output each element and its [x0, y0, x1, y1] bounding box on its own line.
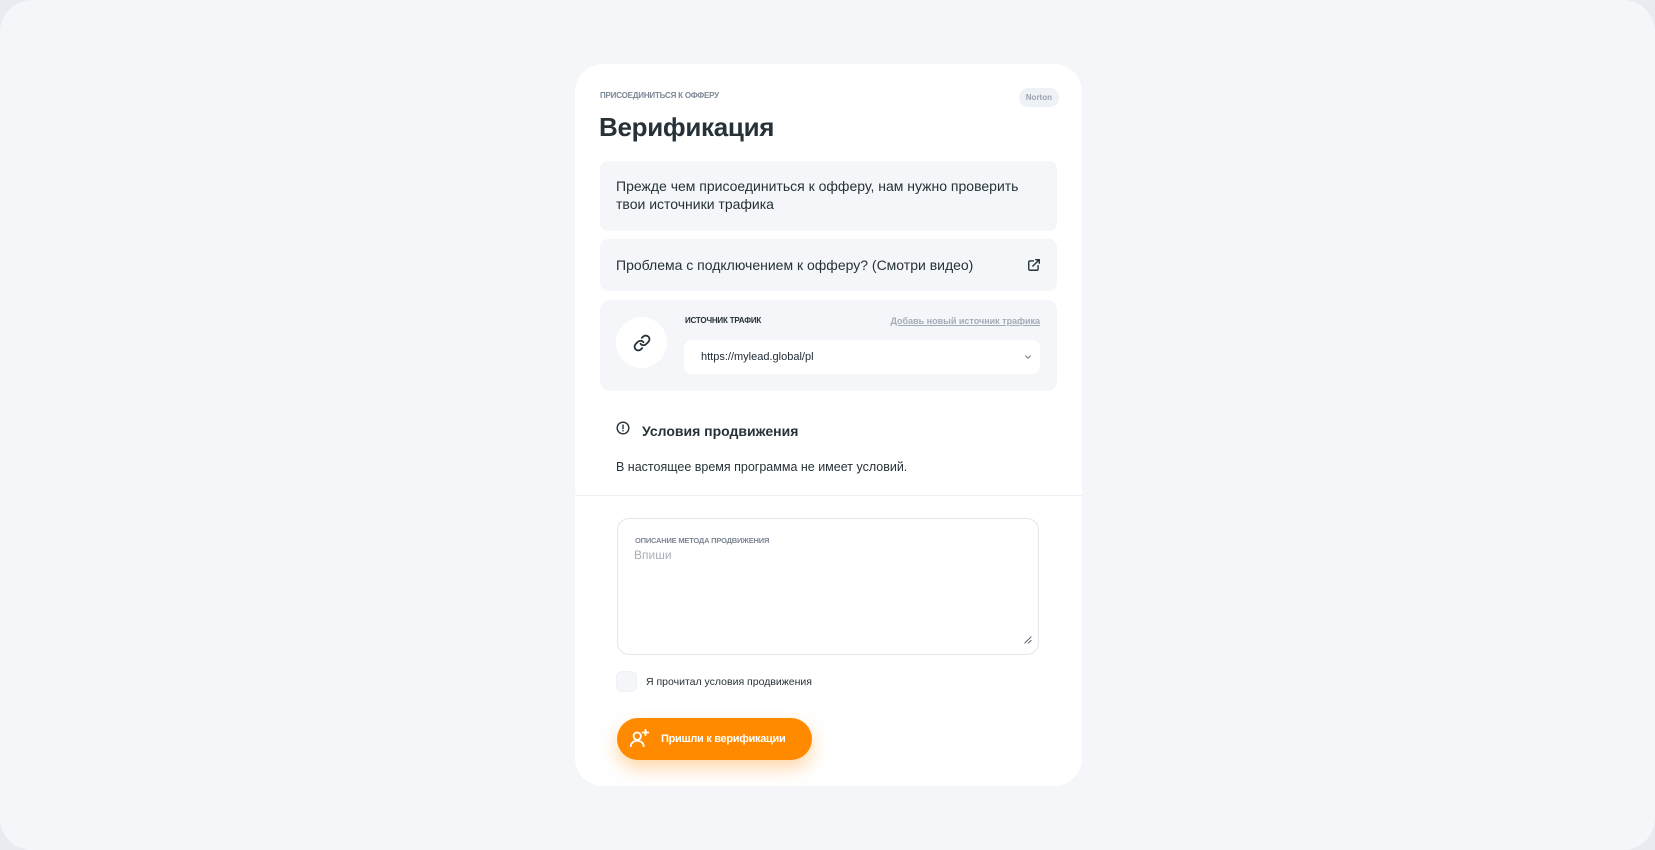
alert-circle-icon [616, 421, 630, 440]
page-title: Верификация [599, 112, 775, 142]
agreement-checkbox[interactable] [616, 671, 637, 692]
add-traffic-source-link[interactable]: Добавь новый источник трафика [891, 316, 1040, 326]
traffic-source-select[interactable]: https://mylead.global/pl [684, 340, 1040, 374]
agreement-label: Я прочитал условия продвижения [646, 675, 812, 688]
info-text: Прежде чем присоединиться к офферу, нам … [616, 178, 1019, 212]
brand-badge: Norton [1018, 88, 1059, 107]
verification-modal: ПРИСОЕДИНИТЬСЯ К ОФФЕРУ Norton Верификац… [575, 64, 1082, 786]
submit-label: Пришли к верификации [661, 733, 786, 745]
traffic-source-label: ИСТОЧНИК ТРАФИК [685, 316, 762, 325]
promotion-description-label: ОПИСАНИЕ МЕТОДА ПРОДВИЖЕНИЯ [635, 536, 770, 545]
traffic-source-panel: ИСТОЧНИК ТРАФИК Добавь новый источник тр… [600, 300, 1057, 391]
info-box: Прежде чем присоединиться к офферу, нам … [600, 161, 1057, 231]
conditions-heading: Условия продвижения [616, 421, 798, 440]
traffic-source-selected-value: https://mylead.global/pl [701, 351, 814, 363]
chevron-down-icon [1024, 348, 1032, 366]
section-divider [575, 495, 1082, 496]
problem-text: Проблема с подключением к офферу? (Смотр… [616, 257, 974, 273]
connection-problem-link[interactable]: Проблема с подключением к офферу? (Смотр… [600, 239, 1057, 291]
promotion-description-field: ОПИСАНИЕ МЕТОДА ПРОДВИЖЕНИЯ [617, 518, 1039, 655]
modal-eyebrow: ПРИСОЕДИНИТЬСЯ К ОФФЕРУ [600, 91, 719, 100]
promotion-description-input[interactable] [634, 548, 1022, 638]
resize-handle-icon[interactable] [1023, 631, 1032, 649]
conditions-title: Условия продвижения [642, 422, 799, 439]
link-icon [616, 317, 667, 368]
submit-verification-button[interactable]: Пришли к верификации [617, 718, 812, 760]
agreement-checkbox-row[interactable]: Я прочитал условия продвижения [616, 671, 812, 692]
user-plus-icon [629, 727, 651, 752]
external-link-icon [1027, 258, 1041, 272]
conditions-text: В настоящее время программа не имеет усл… [616, 460, 908, 474]
